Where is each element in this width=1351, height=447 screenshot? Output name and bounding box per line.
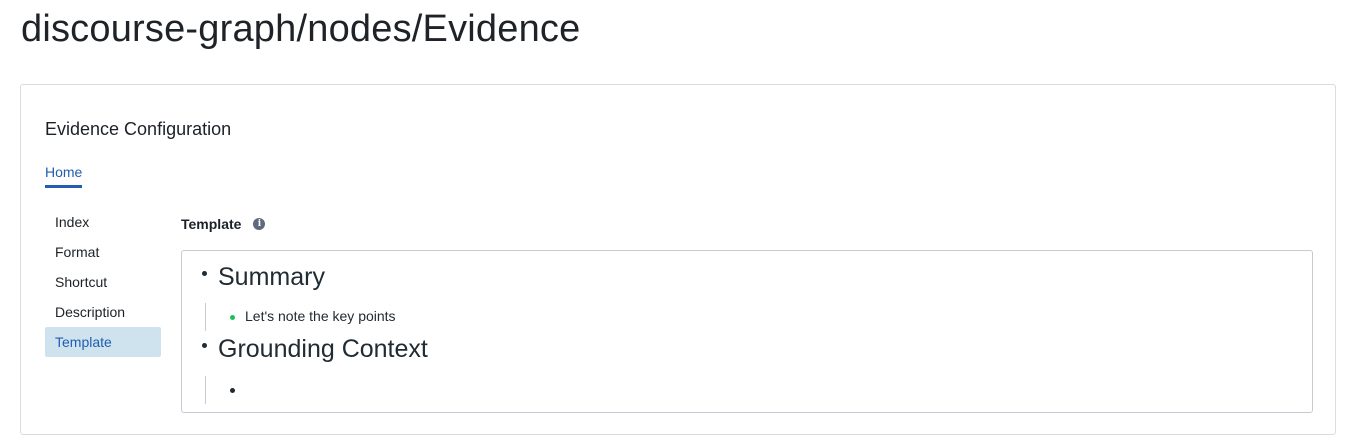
card-title: Evidence Configuration (45, 119, 232, 139)
template-label-text: Template (181, 216, 242, 232)
child-text-summary[interactable]: Let's note the key points (245, 308, 396, 324)
tab-home[interactable]: Home (45, 164, 83, 188)
side-nav-item-template[interactable]: Template (45, 327, 161, 357)
block-bullet-grounding[interactable] (202, 343, 207, 348)
info-icon[interactable]: i (253, 218, 266, 230)
child-bullet-grounding[interactable] (230, 388, 235, 393)
block-heading-summary[interactable]: Summary (218, 263, 325, 292)
side-nav-item-index[interactable]: Index (45, 207, 161, 237)
side-nav: Index Format Shortcut Description Templa… (45, 207, 161, 357)
side-nav-item-format[interactable]: Format (45, 237, 161, 267)
page-title: discourse-graph/nodes/Evidence (21, 8, 581, 50)
child-bullet-summary[interactable] (230, 315, 235, 320)
child-rail-summary (205, 303, 206, 331)
side-nav-item-shortcut[interactable]: Shortcut (45, 267, 161, 297)
side-nav-item-description[interactable]: Description (45, 297, 161, 327)
evidence-config-card: Evidence Configuration Home Index Format… (20, 84, 1336, 435)
block-bullet-summary[interactable] (202, 271, 207, 276)
child-rail-grounding (205, 376, 206, 404)
template-editor[interactable]: Summary Let's note the key points Ground… (181, 250, 1313, 413)
block-heading-grounding[interactable]: Grounding Context (218, 335, 428, 364)
template-label: Template i (181, 216, 266, 232)
